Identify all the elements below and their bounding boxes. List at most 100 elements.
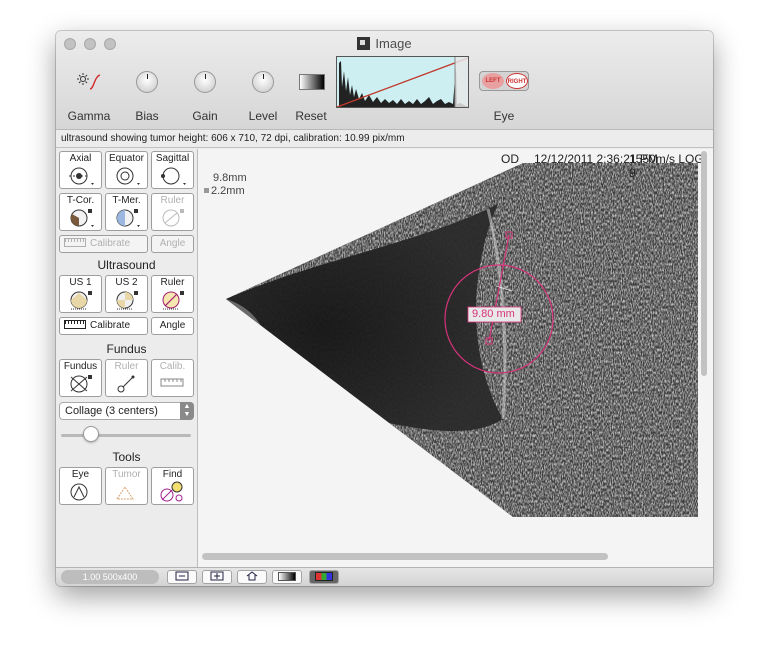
calibrate-button[interactable]: Calibrate	[59, 317, 148, 335]
select-arrows-icon: ▲ ▼	[180, 402, 194, 420]
image-document-icon	[357, 37, 371, 50]
axial-view-icon	[69, 167, 94, 185]
us1-button[interactable]: US 1	[59, 275, 102, 313]
histogram-graph	[337, 57, 468, 107]
ruler-view-button[interactable]: Ruler	[151, 193, 194, 231]
tumor-tool-icon	[116, 486, 134, 500]
sagittal-label: Sagittal	[155, 153, 190, 164]
find-tool-icon	[160, 481, 183, 502]
t-mer-button[interactable]: T-Mer.	[105, 193, 148, 231]
color-map-icon	[315, 572, 333, 581]
zoom-in-icon	[210, 571, 224, 581]
image-info-bar: ultrasound showing tumor height: 606 x 7…	[56, 130, 713, 148]
equator-label: Equator	[108, 153, 145, 164]
gain-knob[interactable]	[194, 71, 216, 93]
ultrasound-image	[198, 149, 713, 567]
eye-right-option[interactable]: RIGHT	[506, 73, 528, 89]
tumor-tool-label: Tumor	[112, 469, 141, 480]
t-mer-view-icon	[116, 209, 140, 227]
reset-label: Reset	[295, 109, 327, 123]
us2-probe-icon	[116, 291, 138, 310]
eye-tool-button[interactable]: Eye	[59, 467, 102, 505]
eye-tool-label: Eye	[71, 469, 90, 480]
calibrate-disabled-label: Calibrate	[90, 238, 131, 249]
legend-value-2: 2.2mm	[211, 185, 245, 197]
calibrate-label: Calibrate	[90, 320, 131, 331]
ruler-icon	[64, 320, 86, 329]
fundus-label: Fundus	[63, 361, 98, 372]
t-cor-view-icon	[70, 209, 94, 227]
tumor-tool-button[interactable]: Tumor	[105, 467, 148, 505]
fundus-calib-label: Calib.	[159, 361, 186, 372]
eye-label: Eye	[493, 109, 515, 123]
window-title: Image	[375, 36, 412, 51]
eye-code: OD	[501, 152, 519, 166]
bottom-bar: 1.00 500x400	[56, 567, 713, 586]
fundus-header: Fundus	[106, 342, 147, 356]
ultrasound-header: Ultrasound	[97, 258, 156, 272]
fundus-button[interactable]: Fundus	[59, 359, 102, 397]
histogram-panel[interactable]	[336, 56, 469, 108]
image-viewer[interactable]: OD 12/12/2011 2:36:21 PM 1550m/s LOG 9 9…	[198, 149, 713, 567]
us2-label: US 2	[115, 277, 138, 288]
us1-label: US 1	[69, 277, 92, 288]
horizontal-scrollbar[interactable]	[202, 553, 608, 560]
sagittal-button[interactable]: Sagittal	[151, 151, 194, 189]
eye-tool-icon	[70, 483, 88, 501]
level-knob[interactable]	[252, 71, 274, 93]
zoom-status: 1.00 500x400	[61, 570, 159, 584]
eye-left-option[interactable]: LEFT	[482, 73, 504, 89]
home-icon	[246, 571, 258, 581]
bias-label: Bias	[135, 109, 159, 123]
fundus-ruler-button[interactable]: Ruler	[105, 359, 148, 397]
t-cor-button[interactable]: T-Cor.	[59, 193, 102, 231]
ruler-disabled-icon	[162, 209, 184, 227]
ruler-view-label: Ruler	[160, 195, 185, 206]
tools-header: Tools	[112, 450, 141, 464]
reset-gradient-button[interactable]	[299, 74, 325, 90]
angle-disabled-button[interactable]: Angle	[151, 235, 194, 253]
zoom-in-button[interactable]	[202, 570, 232, 584]
collage-slider-track[interactable]	[61, 434, 191, 437]
fundus-icon	[70, 375, 92, 393]
fundus-ruler-icon	[117, 375, 135, 393]
title-toolbar: Image Gamma Bias Gain Level Reset LEFT R…	[56, 31, 713, 130]
axial-label: Axial	[69, 153, 92, 164]
us-ruler-icon	[162, 291, 184, 310]
zoom-out-button[interactable]	[167, 570, 197, 584]
legend-value-1: 9.8mm	[213, 172, 247, 184]
fundus-ruler-label: Ruler	[114, 361, 139, 372]
axial-button[interactable]: Axial	[59, 151, 102, 189]
measurement-label: 9.80 mm	[472, 308, 515, 320]
angle-button[interactable]: Angle	[151, 317, 194, 335]
bias-knob[interactable]	[136, 71, 158, 93]
us-ruler-button[interactable]: Ruler	[151, 275, 194, 313]
gamma-control[interactable]	[76, 71, 104, 93]
color-map-button[interactable]	[309, 570, 339, 584]
gain-label: Gain	[192, 109, 218, 123]
collage-select[interactable]: Collage (3 centers) ▲ ▼	[59, 402, 194, 420]
home-button[interactable]	[237, 570, 267, 584]
legend-swatch-icon	[204, 188, 209, 193]
equator-view-icon	[116, 167, 140, 185]
tool-sidebar: Axial Equator Sagittal T-Cor. T-Mer. Rul…	[56, 149, 198, 567]
t-cor-label: T-Cor.	[66, 195, 95, 206]
calibrate-disabled-button[interactable]: Calibrate	[59, 235, 148, 253]
ruler-icon	[64, 238, 86, 247]
collage-slider-knob[interactable]	[83, 426, 99, 442]
gamma-label: Gamma	[67, 109, 111, 123]
vertical-scrollbar[interactable]	[701, 151, 707, 376]
gamma-curve-icon	[77, 73, 101, 90]
zoom-out-icon	[175, 571, 189, 581]
us-ruler-label: Ruler	[160, 277, 185, 288]
find-tool-button[interactable]: Find	[151, 467, 194, 505]
window-title-area: Image	[56, 36, 713, 51]
image-window: Image Gamma Bias Gain Level Reset LEFT R…	[56, 31, 713, 586]
equator-button[interactable]: Equator	[105, 151, 148, 189]
eye-side-toggle[interactable]: LEFT RIGHT	[479, 71, 529, 91]
sagittal-view-icon	[161, 167, 186, 185]
us2-button[interactable]: US 2	[105, 275, 148, 313]
grayscale-button[interactable]	[272, 570, 302, 584]
fundus-calib-button[interactable]: Calib.	[151, 359, 194, 397]
collage-select-value: Collage (3 centers)	[65, 405, 158, 417]
